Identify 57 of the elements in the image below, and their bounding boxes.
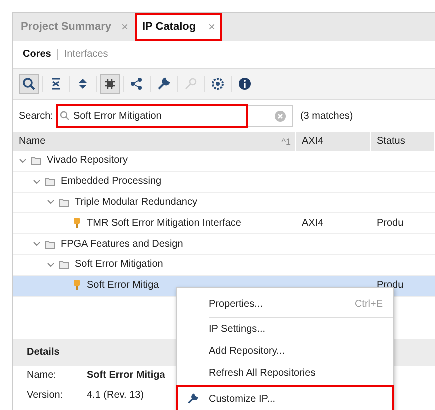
tree-item-label: Embedded Processing bbox=[61, 176, 162, 188]
search-field[interactable]: Soft Error Mitigation bbox=[56, 105, 294, 127]
wrench-icon bbox=[187, 393, 199, 405]
menu-item[interactable]: IP Settings... bbox=[177, 318, 393, 340]
shortcut-label: Ctrl+E bbox=[354, 299, 383, 310]
menu-item[interactable]: Customize IP... bbox=[177, 386, 393, 410]
search-icon bbox=[22, 77, 36, 91]
folder-icon bbox=[59, 198, 69, 207]
tab[interactable]: Interfaces bbox=[64, 49, 108, 60]
tree-row[interactable]: Embedded Processing bbox=[13, 172, 435, 193]
table-cell: Produ bbox=[377, 218, 404, 229]
field-value: Soft Error Mitiga bbox=[87, 370, 166, 382]
field-label: Name: bbox=[27, 370, 58, 382]
gear-icon bbox=[211, 77, 225, 91]
tree-row[interactable]: Triple Modular Redundancy bbox=[13, 192, 435, 214]
tree-item-label: Triple Modular Redundancy bbox=[75, 196, 198, 208]
details-title: Details bbox=[27, 346, 60, 358]
chevron-down-icon[interactable] bbox=[19, 156, 27, 165]
tree-row[interactable]: TMR Soft Error Mitigation Interface AXI4 Produ bbox=[13, 213, 435, 234]
chevron-down-icon[interactable] bbox=[33, 240, 41, 248]
column-header[interactable]: AXI4 bbox=[296, 132, 371, 151]
tree-item-label: FPGA Features and Design bbox=[61, 238, 184, 250]
tree-item-label: TMR Soft Error Mitigation Interface bbox=[87, 218, 242, 229]
collapse-icon bbox=[49, 77, 63, 91]
menu-item[interactable]: Add Repository... bbox=[177, 340, 393, 362]
chevron-down-icon[interactable] bbox=[47, 260, 55, 269]
tree-item-label: Soft Error Mitigation bbox=[75, 259, 164, 270]
search-icon bbox=[60, 111, 70, 121]
hierarchy-icon bbox=[130, 77, 144, 91]
chevron-down-icon[interactable] bbox=[33, 178, 41, 186]
pin-icon bbox=[73, 280, 81, 292]
field-label: Version: bbox=[27, 390, 64, 402]
match-count: (3 matches) bbox=[300, 110, 354, 122]
search-button[interactable] bbox=[19, 74, 39, 94]
tab[interactable]: IP Catalog × bbox=[134, 13, 222, 41]
tree-item-label: Vivado Repository bbox=[47, 155, 128, 166]
field-value: 4.1 (Rev. 13) bbox=[87, 390, 144, 402]
pin-icon bbox=[73, 218, 81, 229]
info-icon bbox=[238, 77, 252, 91]
table-cell: AXI4 bbox=[302, 218, 324, 229]
menu-item[interactable]: Refresh All Repositories bbox=[177, 362, 393, 384]
folder-icon bbox=[45, 177, 55, 186]
tree-item-label: Soft Error Mitiga bbox=[87, 280, 160, 292]
folder-icon bbox=[45, 240, 55, 249]
tree-row[interactable]: Vivado Repository bbox=[13, 151, 435, 172]
tree-row[interactable]: FPGA Features and Design bbox=[13, 234, 435, 255]
chevron-down-icon[interactable] bbox=[47, 198, 55, 206]
folder-icon bbox=[59, 260, 69, 270]
column-header[interactable]: Status bbox=[371, 132, 435, 151]
wrench-icon bbox=[157, 77, 171, 91]
tab[interactable]: Cores bbox=[23, 49, 52, 60]
chip-icon bbox=[103, 77, 117, 91]
column-header[interactable]: Name ^1 bbox=[13, 132, 296, 151]
search-label: Search: bbox=[19, 110, 54, 122]
folder-icon bbox=[31, 156, 41, 166]
menu-item[interactable]: Properties... Ctrl+E bbox=[209, 292, 393, 318]
chip-button[interactable] bbox=[100, 74, 120, 94]
